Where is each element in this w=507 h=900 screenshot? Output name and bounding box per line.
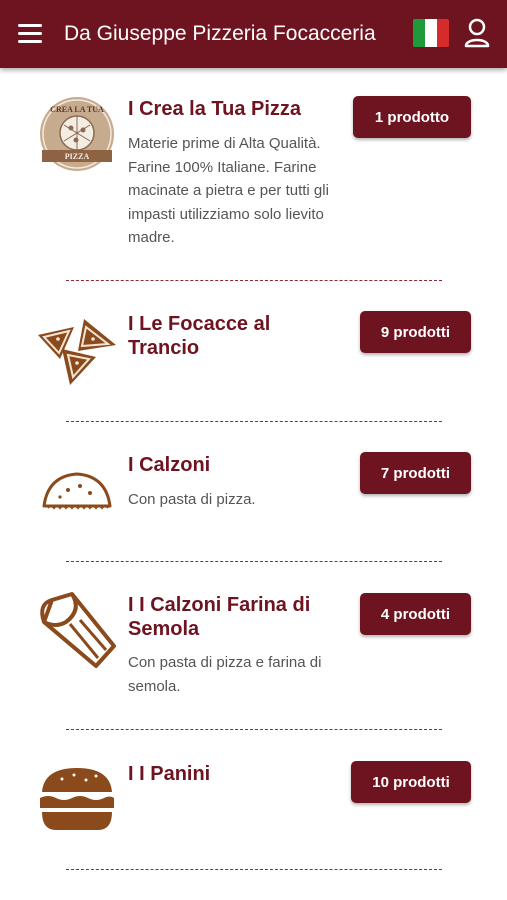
pizza-logo-icon: CREA LA TUA PIZZA	[38, 95, 116, 173]
app-header: Da Giuseppe Pizzeria Focacceria	[0, 0, 507, 68]
hamburger-menu-icon[interactable]	[16, 21, 44, 47]
divider	[66, 729, 442, 730]
divider	[66, 421, 442, 422]
product-count-button[interactable]: 10 prodotti	[351, 761, 471, 803]
product-count-button[interactable]: 1 prodotto	[353, 96, 471, 138]
italian-flag-icon[interactable]	[413, 19, 449, 47]
pizza-logo-bottom-text: PIZZA	[65, 152, 90, 161]
category-name: I Crea la Tua Pizza	[128, 98, 302, 120]
category-name: I Le Focacce al Trancio	[128, 313, 271, 359]
product-count-button[interactable]: 9 prodotti	[360, 311, 471, 353]
product-count-button[interactable]: 4 prodotti	[360, 593, 471, 635]
burger-icon	[38, 766, 116, 832]
app-title: Da Giuseppe Pizzeria Focacceria	[64, 22, 376, 45]
product-count-button[interactable]: 7 prodotti	[360, 452, 471, 494]
wrap-icon	[36, 590, 118, 672]
category-description: Con pasta di pizza.	[128, 491, 256, 508]
category-description: Con pasta di pizza e farina di semola.	[128, 654, 322, 695]
category-name: I I Calzoni Farina di Semola	[128, 594, 311, 640]
category-description: Materie prime di Alta Qualità. Farine 10…	[128, 135, 329, 246]
divider	[66, 280, 442, 281]
user-account-icon[interactable]	[463, 17, 491, 49]
calzone-icon	[40, 468, 114, 512]
divider	[66, 561, 442, 562]
pizza-logo-top-text: CREA LA TUA	[50, 105, 104, 114]
category-name: I I Panini	[128, 763, 211, 785]
focaccia-slices-icon	[36, 315, 118, 387]
category-name: I Calzoni	[128, 454, 211, 476]
divider	[66, 869, 442, 870]
